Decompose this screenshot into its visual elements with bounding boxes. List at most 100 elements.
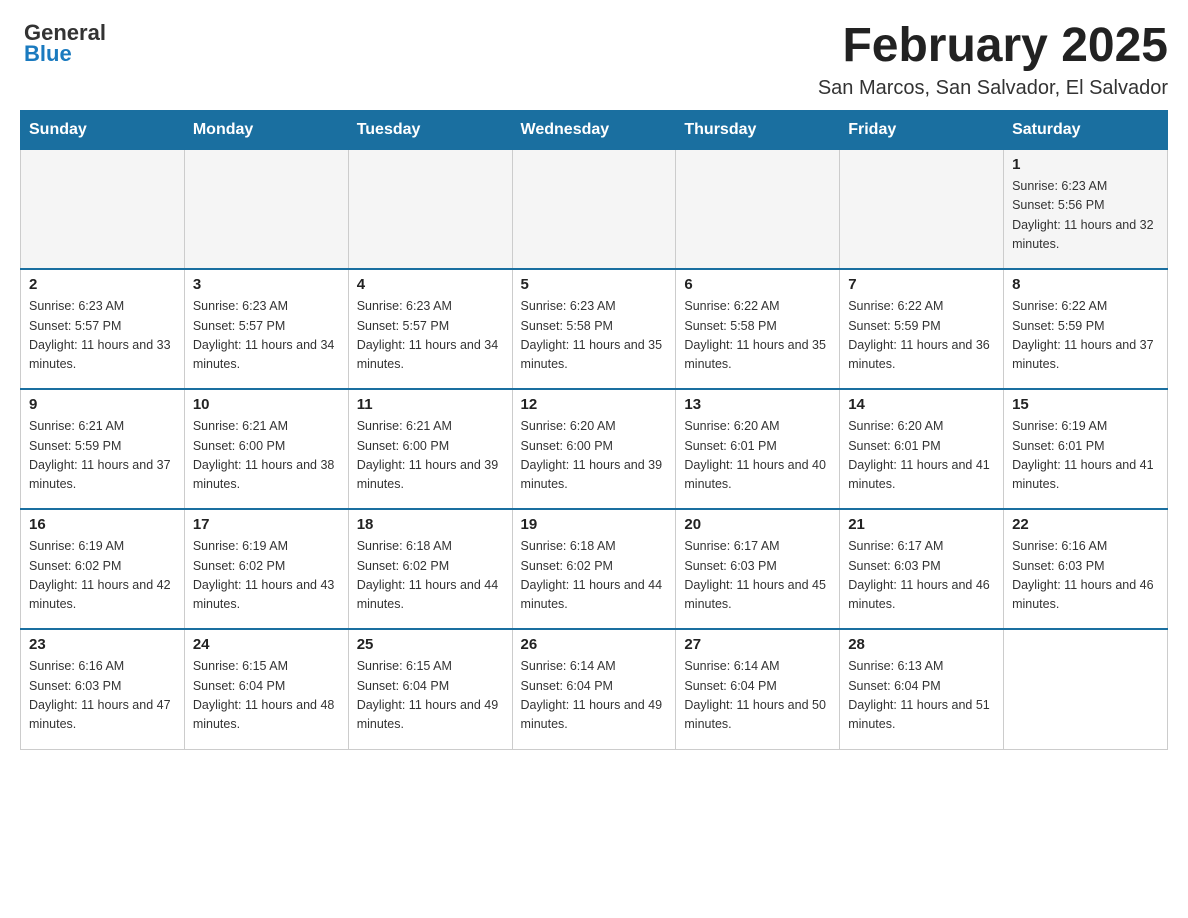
day-info: Sunrise: 6:20 AMSunset: 6:00 PMDaylight:… [521,417,668,495]
day-number: 13 [684,396,831,413]
col-friday: Friday [840,110,1004,149]
day-info: Sunrise: 6:19 AMSunset: 6:02 PMDaylight:… [193,537,340,615]
day-number: 11 [357,396,504,413]
day-info: Sunrise: 6:14 AMSunset: 6:04 PMDaylight:… [684,657,831,735]
day-info: Sunrise: 6:18 AMSunset: 6:02 PMDaylight:… [357,537,504,615]
title-block: February 2025 San Marcos, San Salvador, … [818,20,1168,100]
table-row: 27 Sunrise: 6:14 AMSunset: 6:04 PMDayligh… [676,629,840,749]
day-info: Sunrise: 6:17 AMSunset: 6:03 PMDaylight:… [684,537,831,615]
day-number: 10 [193,396,340,413]
day-number: 20 [684,516,831,533]
table-row: 13 Sunrise: 6:20 AMSunset: 6:01 PMDayligh… [676,389,840,509]
calendar-header-row: Sunday Monday Tuesday Wednesday Thursday… [21,110,1168,149]
day-info: Sunrise: 6:23 AMSunset: 5:57 PMDaylight:… [29,297,176,375]
day-info: Sunrise: 6:21 AMSunset: 6:00 PMDaylight:… [193,417,340,495]
col-wednesday: Wednesday [512,110,676,149]
table-row: 12 Sunrise: 6:20 AMSunset: 6:00 PMDayligh… [512,389,676,509]
day-info: Sunrise: 6:15 AMSunset: 6:04 PMDaylight:… [193,657,340,735]
calendar-week-row: 9Sunrise: 6:21 AMSunset: 5:59 PMDaylight… [21,389,1168,509]
col-thursday: Thursday [676,110,840,149]
day-number: 1 [1012,156,1159,173]
day-number: 15 [1012,396,1159,413]
day-number: 2 [29,276,176,293]
calendar-table: Sunday Monday Tuesday Wednesday Thursday… [20,110,1168,750]
day-number: 7 [848,276,995,293]
day-info: Sunrise: 6:21 AMSunset: 5:59 PMDaylight:… [29,417,176,495]
table-row: 3 Sunrise: 6:23 AMSunset: 5:57 PMDaylight… [184,269,348,389]
table-row: 16 Sunrise: 6:19 AMSunset: 6:02 PMDayligh… [21,509,185,629]
day-info: Sunrise: 6:17 AMSunset: 6:03 PMDaylight:… [848,537,995,615]
table-row [512,149,676,269]
table-row: 8Sunrise: 6:22 AMSunset: 5:59 PMDaylight… [1004,269,1168,389]
table-row: 23Sunrise: 6:16 AMSunset: 6:03 PMDayligh… [21,629,185,749]
table-row: 28Sunrise: 6:13 AMSunset: 6:04 PMDayligh… [840,629,1004,749]
day-number: 17 [193,516,340,533]
table-row: 20 Sunrise: 6:17 AMSunset: 6:03 PMDayligh… [676,509,840,629]
day-number: 6 [684,276,831,293]
day-number: 14 [848,396,995,413]
day-info: Sunrise: 6:18 AMSunset: 6:02 PMDaylight:… [521,537,668,615]
day-info: Sunrise: 6:23 AMSunset: 5:57 PMDaylight:… [357,297,504,375]
table-row: 9Sunrise: 6:21 AMSunset: 5:59 PMDaylight… [21,389,185,509]
table-row: 5 Sunrise: 6:23 AMSunset: 5:58 PMDaylight… [512,269,676,389]
table-row [1004,629,1168,749]
table-row: 2 Sunrise: 6:23 AMSunset: 5:57 PMDaylight… [21,269,185,389]
day-number: 12 [521,396,668,413]
table-row [184,149,348,269]
table-row: 25 Sunrise: 6:15 AMSunset: 6:04 PMDayligh… [348,629,512,749]
day-number: 21 [848,516,995,533]
day-info: Sunrise: 6:23 AMSunset: 5:56 PMDaylight:… [1012,177,1159,255]
page-header: General Blue General Blue February 2025 … [20,20,1168,100]
col-monday: Monday [184,110,348,149]
table-row [348,149,512,269]
day-number: 5 [521,276,668,293]
day-info: Sunrise: 6:14 AMSunset: 6:04 PMDaylight:… [521,657,668,735]
table-row: 4 Sunrise: 6:23 AMSunset: 5:57 PMDaylight… [348,269,512,389]
table-row: 7 Sunrise: 6:22 AMSunset: 5:59 PMDaylight… [840,269,1004,389]
table-row [840,149,1004,269]
location-text: San Marcos, San Salvador, El Salvador [818,77,1168,100]
table-row [21,149,185,269]
table-row: 17 Sunrise: 6:19 AMSunset: 6:02 PMDayligh… [184,509,348,629]
day-number: 4 [357,276,504,293]
day-info: Sunrise: 6:22 AMSunset: 5:58 PMDaylight:… [684,297,831,375]
logo-blue-text: Blue [24,41,106,66]
day-number: 3 [193,276,340,293]
day-info: Sunrise: 6:23 AMSunset: 5:58 PMDaylight:… [521,297,668,375]
day-number: 23 [29,636,176,653]
day-info: Sunrise: 6:15 AMSunset: 6:04 PMDaylight:… [357,657,504,735]
calendar-week-row: 16 Sunrise: 6:19 AMSunset: 6:02 PMDayligh… [21,509,1168,629]
table-row: 14Sunrise: 6:20 AMSunset: 6:01 PMDayligh… [840,389,1004,509]
day-info: Sunrise: 6:22 AMSunset: 5:59 PMDaylight:… [1012,297,1159,375]
table-row: 22Sunrise: 6:16 AMSunset: 6:03 PMDayligh… [1004,509,1168,629]
col-sunday: Sunday [21,110,185,149]
day-info: Sunrise: 6:13 AMSunset: 6:04 PMDaylight:… [848,657,995,735]
col-tuesday: Tuesday [348,110,512,149]
table-row: 24 Sunrise: 6:15 AMSunset: 6:04 PMDayligh… [184,629,348,749]
table-row: 18 Sunrise: 6:18 AMSunset: 6:02 PMDayligh… [348,509,512,629]
day-number: 18 [357,516,504,533]
table-row [676,149,840,269]
table-row: 1 Sunrise: 6:23 AMSunset: 5:56 PMDaylight… [1004,149,1168,269]
col-saturday: Saturday [1004,110,1168,149]
day-info: Sunrise: 6:21 AMSunset: 6:00 PMDaylight:… [357,417,504,495]
day-number: 25 [357,636,504,653]
table-row: 11 Sunrise: 6:21 AMSunset: 6:00 PMDayligh… [348,389,512,509]
day-number: 16 [29,516,176,533]
table-row: 6 Sunrise: 6:22 AMSunset: 5:58 PMDaylight… [676,269,840,389]
day-number: 27 [684,636,831,653]
day-info: Sunrise: 6:20 AMSunset: 6:01 PMDaylight:… [684,417,831,495]
day-number: 24 [193,636,340,653]
table-row: 15Sunrise: 6:19 AMSunset: 6:01 PMDayligh… [1004,389,1168,509]
table-row: 21 Sunrise: 6:17 AMSunset: 6:03 PMDayligh… [840,509,1004,629]
day-number: 19 [521,516,668,533]
calendar-week-row: 23Sunrise: 6:16 AMSunset: 6:03 PMDayligh… [21,629,1168,749]
table-row: 19 Sunrise: 6:18 AMSunset: 6:02 PMDayligh… [512,509,676,629]
day-info: Sunrise: 6:16 AMSunset: 6:03 PMDaylight:… [1012,537,1159,615]
table-row: 26Sunrise: 6:14 AMSunset: 6:04 PMDayligh… [512,629,676,749]
day-info: Sunrise: 6:19 AMSunset: 6:02 PMDaylight:… [29,537,176,615]
calendar-week-row: 2 Sunrise: 6:23 AMSunset: 5:57 PMDaylight… [21,269,1168,389]
day-info: Sunrise: 6:23 AMSunset: 5:57 PMDaylight:… [193,297,340,375]
day-info: Sunrise: 6:22 AMSunset: 5:59 PMDaylight:… [848,297,995,375]
calendar-week-row: 1 Sunrise: 6:23 AMSunset: 5:56 PMDaylight… [21,149,1168,269]
